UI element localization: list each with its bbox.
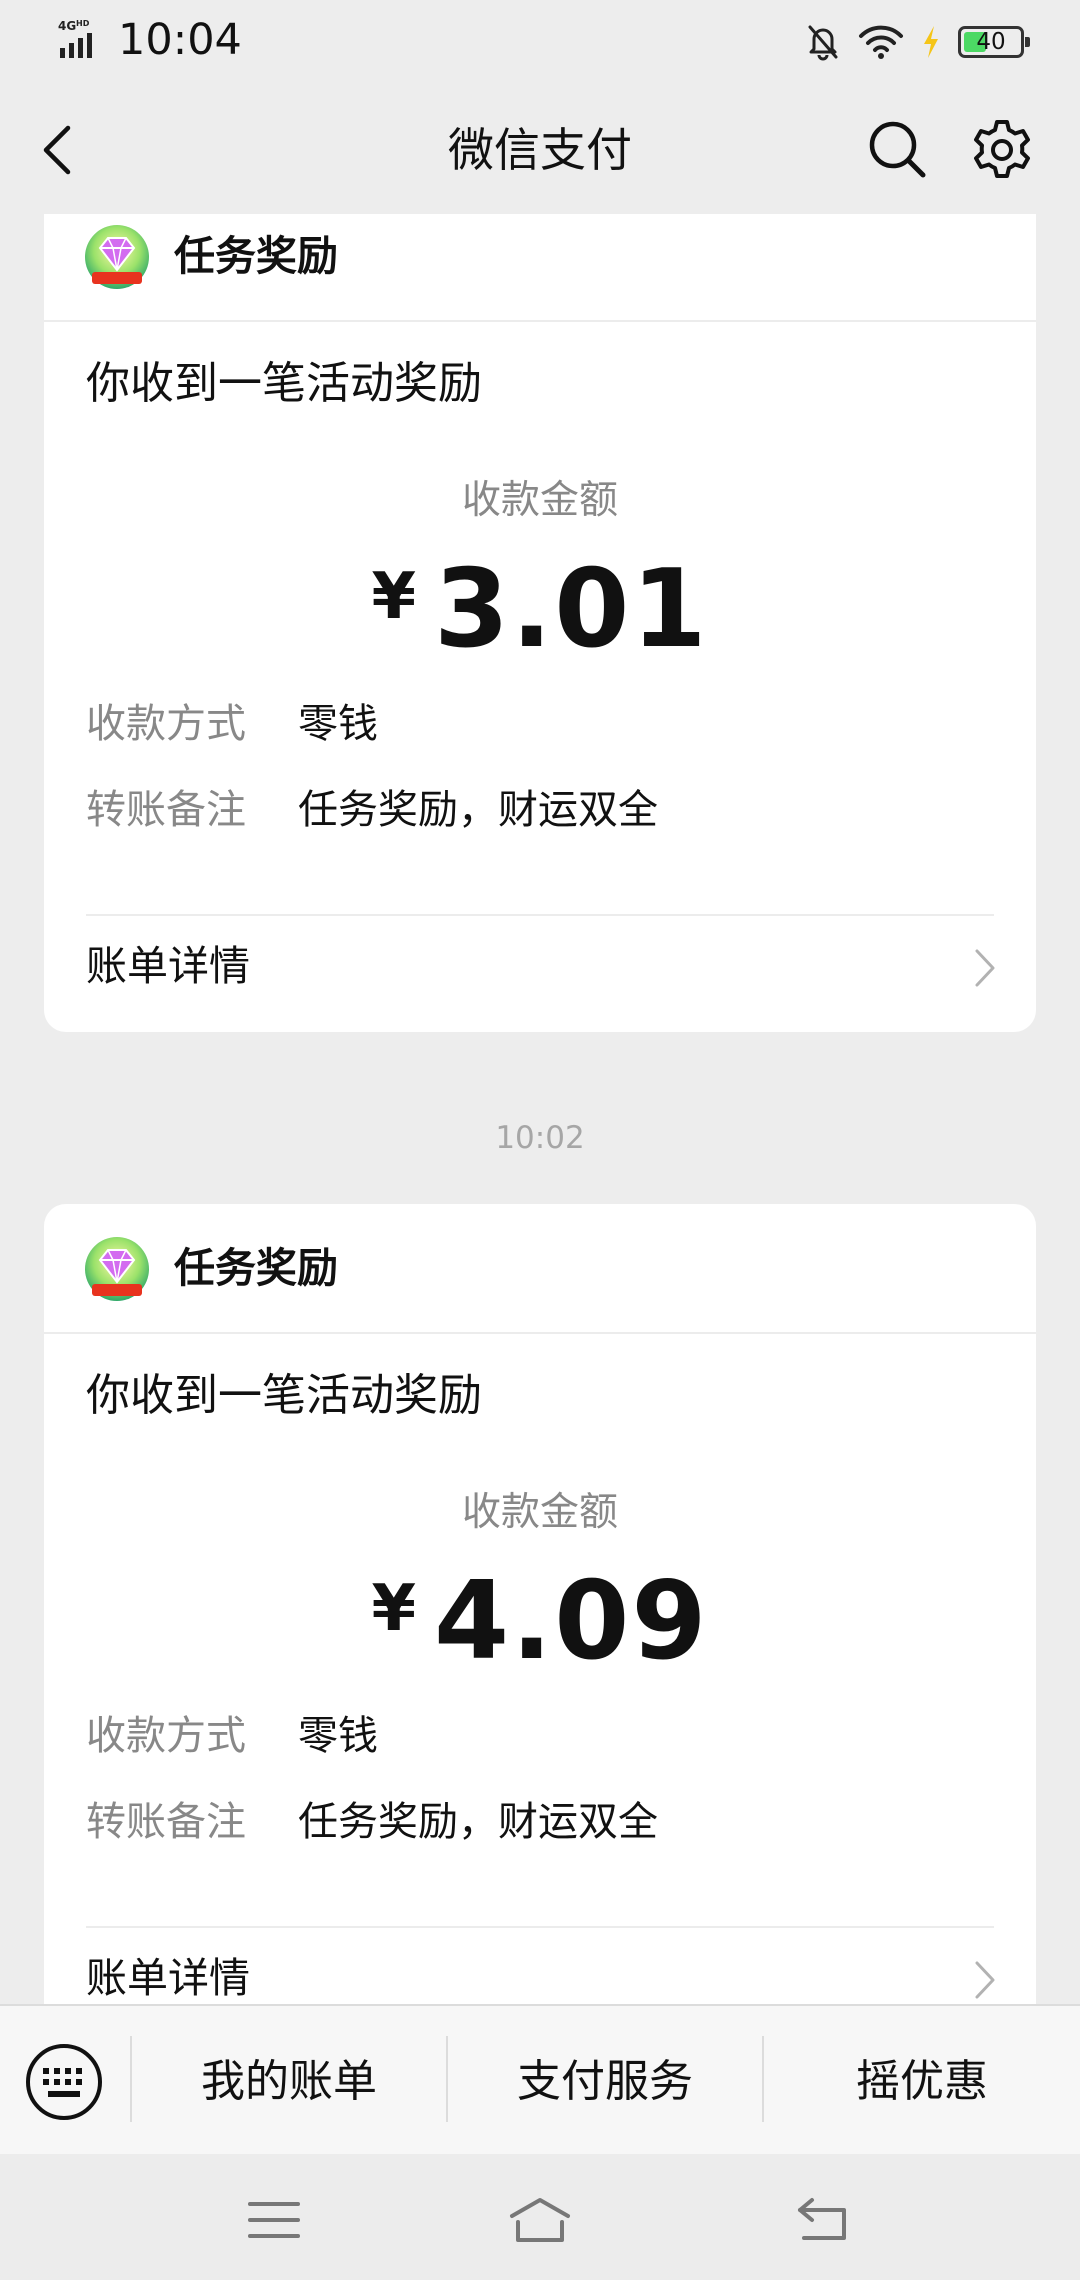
amount-value: 4.09 [434,1559,709,1684]
message-timestamp: 10:02 [495,1120,585,1156]
amount-display: ¥4.09 [44,1566,1036,1678]
wifi-icon [859,25,903,59]
diamond-avatar-icon [85,225,149,289]
amount-label: 收款金额 [461,478,618,523]
bill-details-label: 账单详情 [86,1954,250,2002]
battery-level: 40 [976,29,1006,55]
card-header: 任务奖励 [44,1204,1036,1332]
chevron-right-icon [975,949,995,987]
detail-value: 任务奖励，财运双全 [298,1799,658,1845]
battery-icon: 40 [958,26,1030,58]
search-icon[interactable] [866,118,928,180]
detail-value: 零钱 [298,701,378,747]
detail-key: 收款方式 [86,701,246,747]
menu-icon[interactable] [242,2192,306,2248]
amount-value: 3.01 [434,547,709,672]
detail-key: 转账备注 [86,1799,246,1845]
bill-divider [86,1926,994,1928]
svg-text:4G: 4G [58,19,76,33]
home-icon[interactable] [508,2192,572,2248]
menu-item-payment-services[interactable]: 支付服务 [448,2052,762,2112]
keyboard-icon[interactable] [24,2042,104,2122]
detail-key: 收款方式 [86,1713,246,1759]
message-title: 你收到一笔活动奖励 [86,358,482,409]
status-icons: 40 [806,20,1030,64]
card-divider [44,1332,1036,1334]
bill-details-link[interactable]: 账单详情 [44,1930,1036,2004]
sender-name: 任务奖励 [174,232,338,280]
status-bar: 4G HD 10:04 40 [0,0,1080,82]
diamond-avatar-icon [85,1237,149,1301]
system-nav-bar [0,2154,1080,2280]
mute-icon [808,25,838,61]
bill-details-label: 账单详情 [86,942,250,990]
gear-icon[interactable] [970,118,1034,182]
signal-icon: 4G HD [58,19,92,58]
sender-name: 任务奖励 [174,1244,338,1292]
payment-message-card: 任务奖励 你收到一笔活动奖励 收款金额 ¥4.09 收款方式 零钱 转账备注 任… [44,1204,1036,2004]
bottom-menu: 我的账单 支付服务 摇优惠 [0,2004,1080,2154]
chevron-right-icon [975,1961,995,1999]
detail-value: 零钱 [298,1713,378,1759]
bill-divider [86,914,994,916]
message-title: 你收到一笔活动奖励 [86,1370,482,1421]
menu-item-my-bills[interactable]: 我的账单 [132,2052,446,2112]
amount-label: 收款金额 [461,1490,618,1535]
nav-bar: 微信支付 [0,82,1080,214]
battery-cap [1025,37,1030,47]
svg-text:HD: HD [76,19,90,28]
menu-item-shake-offers[interactable]: 摇优惠 [764,2052,1080,2112]
detail-key: 转账备注 [86,787,246,833]
charging-icon [924,26,938,58]
bill-details-link[interactable]: 账单详情 [44,918,1036,1018]
currency-symbol: ¥ [371,560,417,634]
currency-symbol: ¥ [371,1572,417,1646]
back-nav-icon[interactable] [790,2192,854,2248]
amount-display: ¥3.01 [44,554,1036,666]
card-header: 任务奖励 [44,214,1036,320]
status-time: 10:04 [118,15,242,65]
message-list[interactable]: 任务奖励 你收到一笔活动奖励 收款金额 ¥3.01 收款方式 零钱 转账备注 任… [0,214,1080,2004]
detail-value: 任务奖励，财运双全 [298,787,658,833]
payment-message-card: 任务奖励 你收到一笔活动奖励 收款金额 ¥3.01 收款方式 零钱 转账备注 任… [44,214,1036,1032]
card-divider [44,320,1036,322]
